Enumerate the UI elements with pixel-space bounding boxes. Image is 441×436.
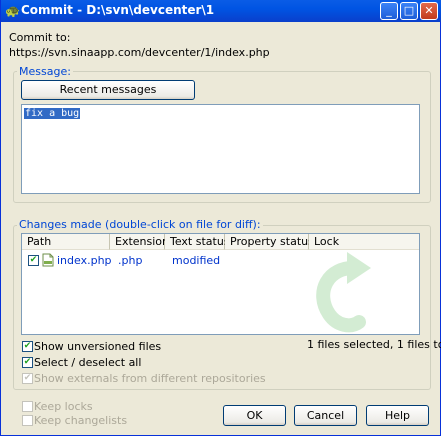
show-unversioned-label[interactable]: Show unversioned files: [34, 340, 161, 353]
keep-changelists-checkbox: [22, 415, 33, 426]
tortoise-icon: 🐢: [5, 4, 20, 18]
row-text-status: modified: [172, 254, 221, 267]
message-group-label: Message:: [17, 65, 73, 78]
window-title: Commit - D:\svn\devcenter\1: [21, 3, 215, 17]
show-unversioned-checkbox[interactable]: ✔: [22, 341, 33, 352]
keep-locks-checkbox: [22, 401, 33, 412]
close-button[interactable]: ✕: [420, 2, 438, 20]
show-externals-checkbox: ✔: [22, 373, 33, 384]
ok-button[interactable]: OK: [223, 405, 286, 426]
commit-dialog: 🐢 Commit - D:\svn\devcenter\1 _ □ ✕ Comm…: [0, 0, 441, 436]
help-button[interactable]: Help: [366, 405, 429, 426]
keep-locks-label: Keep locks: [34, 400, 93, 413]
message-text: fix a bug: [24, 108, 81, 119]
maximize-button[interactable]: □: [400, 2, 418, 20]
column-header-extension[interactable]: Extension: [110, 234, 169, 250]
commit-arrow-watermark: [307, 248, 377, 334]
minimize-button[interactable]: _: [380, 2, 398, 20]
changes-list[interactable]: Path Extension Text status Property stat…: [21, 233, 420, 335]
php-file-icon: [42, 253, 54, 267]
column-header-path[interactable]: Path: [22, 234, 110, 250]
select-all-checkbox[interactable]: ✔: [22, 357, 33, 368]
keep-changelists-label: Keep changelists: [34, 414, 128, 427]
recent-messages-button[interactable]: Recent messages: [21, 80, 195, 100]
selection-summary: 1 files selected, 1 files total: [307, 338, 441, 351]
row-checkbox[interactable]: ✔: [28, 255, 39, 266]
changes-group-label: Changes made (double-click on file for d…: [17, 218, 263, 231]
message-textarea[interactable]: fix a bug: [21, 104, 420, 194]
title-bar[interactable]: 🐢 Commit - D:\svn\devcenter\1 _ □ ✕: [1, 0, 441, 22]
commit-url: https://svn.sinaapp.com/devcenter/1/inde…: [9, 46, 270, 59]
commit-to-label: Commit to:: [9, 31, 71, 44]
cancel-button[interactable]: Cancel: [294, 405, 357, 426]
column-header-property-status[interactable]: Property status: [225, 234, 314, 250]
select-all-label[interactable]: Select / deselect all: [34, 356, 141, 369]
column-header-text-status[interactable]: Text status: [165, 234, 230, 250]
row-extension: .php: [118, 254, 143, 267]
row-path: index.php: [57, 254, 112, 267]
show-externals-label: Show externals from different repositori…: [34, 372, 266, 385]
